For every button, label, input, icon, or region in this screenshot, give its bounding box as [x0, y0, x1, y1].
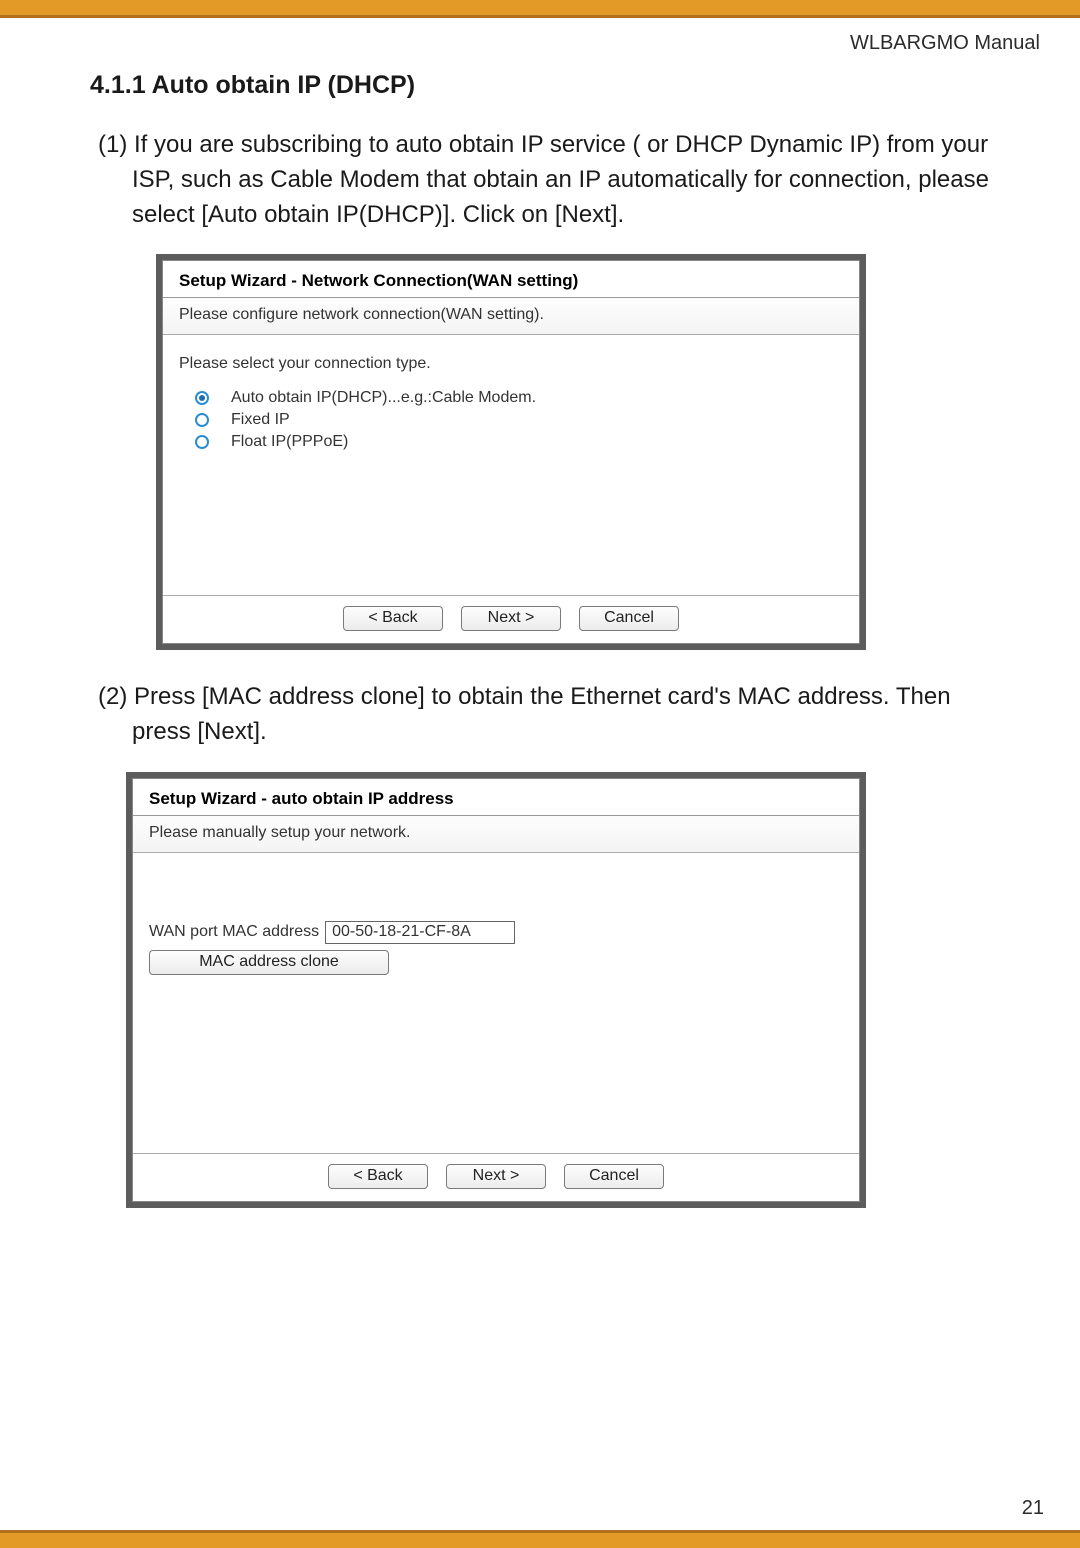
radio-icon — [195, 391, 209, 405]
back-button[interactable]: < Back — [343, 606, 443, 631]
wizard-2-title: Setup Wizard - auto obtain IP address — [133, 779, 859, 816]
wizard-1-desc: Please configure network connection(WAN … — [163, 298, 859, 335]
step-2-text: (2) Press [MAC address clone] to obtain … — [98, 680, 1010, 750]
radio-icon — [195, 413, 209, 427]
back-button[interactable]: < Back — [328, 1164, 428, 1189]
mac-clone-button[interactable]: MAC address clone — [149, 950, 389, 975]
wizard-1-title: Setup Wizard - Network Connection(WAN se… — [163, 261, 859, 298]
radio-option-pppoe[interactable]: Float IP(PPPoE) — [179, 431, 843, 453]
radio-label: Fixed IP — [231, 411, 290, 429]
top-stripe — [0, 0, 1080, 18]
radio-label: Auto obtain IP(DHCP)...e.g.:Cable Modem. — [231, 389, 536, 407]
mac-address-input[interactable]: 00-50-18-21-CF-8A — [325, 921, 515, 944]
radio-option-fixed-ip[interactable]: Fixed IP — [179, 409, 843, 431]
wizard-1-prompt: Please select your connection type. — [179, 355, 843, 373]
manual-header: WLBARGMO Manual — [0, 18, 1080, 55]
cancel-button[interactable]: Cancel — [579, 606, 679, 631]
mac-address-label: WAN port MAC address — [149, 923, 319, 941]
cancel-button[interactable]: Cancel — [564, 1164, 664, 1189]
bottom-stripe — [0, 1530, 1080, 1548]
step-1-text: (1) If you are subscribing to auto obtai… — [98, 128, 1010, 232]
radio-icon — [195, 435, 209, 449]
radio-option-dhcp[interactable]: Auto obtain IP(DHCP)...e.g.:Cable Modem. — [179, 387, 843, 409]
wizard-1: Setup Wizard - Network Connection(WAN se… — [156, 254, 866, 650]
radio-label: Float IP(PPPoE) — [231, 433, 348, 451]
wizard-2: Setup Wizard - auto obtain IP address Pl… — [126, 772, 866, 1208]
page-content: 4.1.1 Auto obtain IP (DHCP) (1) If you a… — [0, 55, 1080, 1208]
next-button[interactable]: Next > — [446, 1164, 546, 1189]
section-title: 4.1.1 Auto obtain IP (DHCP) — [90, 71, 1010, 100]
wizard-2-desc: Please manually setup your network. — [133, 816, 859, 853]
next-button[interactable]: Next > — [461, 606, 561, 631]
page-number: 21 — [1022, 1497, 1044, 1520]
